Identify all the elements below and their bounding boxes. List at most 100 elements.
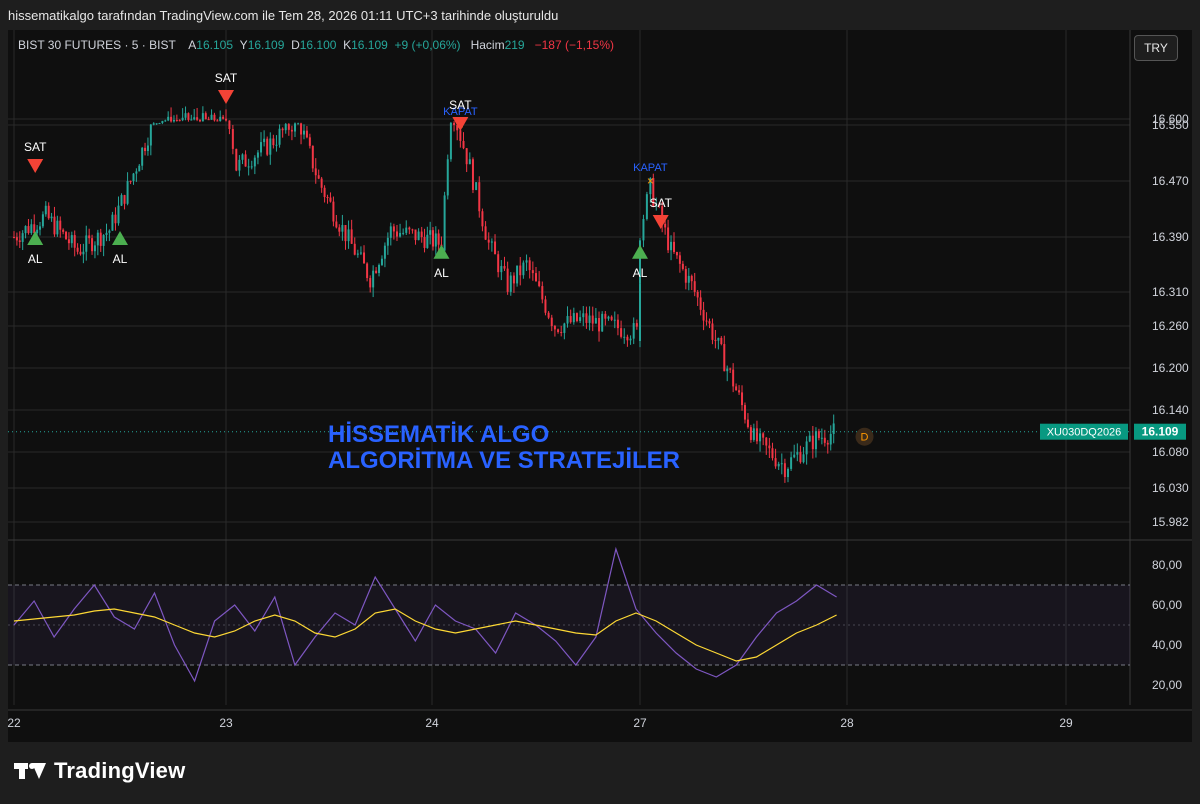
candle-body <box>53 216 56 235</box>
time-tick-label: 29 <box>1059 716 1073 730</box>
candle-body <box>76 247 79 252</box>
volume-change: −187 (−1,15%) <box>534 38 615 52</box>
candle-body <box>604 313 607 319</box>
candle-body <box>620 328 623 337</box>
candle-body <box>420 231 423 238</box>
candle-body <box>88 235 91 239</box>
candle-body <box>359 252 362 254</box>
candle-body <box>389 226 392 238</box>
candle-body <box>167 116 170 121</box>
buy-marker <box>27 231 44 245</box>
candle-body <box>490 241 493 243</box>
candle-body <box>729 368 732 370</box>
price-tick-label: 16.200 <box>1152 361 1189 375</box>
buy-label: AL <box>434 266 449 280</box>
buy-marker <box>112 231 128 245</box>
candle-body <box>96 232 99 246</box>
candle-body <box>386 237 389 246</box>
candle-body <box>512 275 515 284</box>
candle-body <box>783 463 786 478</box>
candle-body <box>132 173 135 182</box>
candle-body <box>82 251 85 255</box>
candle-body <box>566 316 569 324</box>
candle-body <box>635 323 638 327</box>
time-tick-label: 22 <box>7 716 21 730</box>
currency-button[interactable]: TRY <box>1134 35 1178 61</box>
watermark-line-2: ALGORİTMA VE STRATEJİLER <box>328 447 680 474</box>
sell-label: SAT <box>449 98 472 112</box>
candle-body <box>326 197 329 199</box>
candle-body <box>746 419 749 428</box>
candle-body <box>826 442 829 445</box>
candle-body <box>431 230 434 247</box>
candle-body <box>41 214 44 227</box>
candle-body <box>550 317 553 326</box>
candle-body <box>774 458 777 467</box>
candle-body <box>353 243 356 255</box>
candle-body <box>817 431 820 438</box>
candle-body <box>27 226 30 234</box>
candle-body <box>468 159 471 165</box>
price-tick-label: 16.030 <box>1152 481 1189 495</box>
candle-body <box>294 123 297 132</box>
candle-body <box>366 263 369 279</box>
candle-body <box>36 229 39 234</box>
candle-body <box>196 117 199 120</box>
candle-body <box>250 166 253 168</box>
rsi-tick-label: 20,00 <box>1152 678 1182 692</box>
candle-body <box>553 325 556 330</box>
candle-body <box>152 123 155 125</box>
candle-body <box>62 229 65 232</box>
candle-body <box>114 214 117 224</box>
candle-body <box>198 119 201 122</box>
candle-body <box>607 316 610 319</box>
change-value: +9 (+0,06%) <box>394 38 461 52</box>
rsi-tick-label: 80,00 <box>1152 558 1182 572</box>
candle-body <box>311 145 314 169</box>
candle-body <box>24 226 27 234</box>
tradingview-logo-icon <box>14 759 46 783</box>
time-tick-label: 27 <box>633 716 647 730</box>
candle-body <box>762 433 765 438</box>
candle-body <box>702 309 705 321</box>
candle-body <box>172 119 175 122</box>
candle-body <box>790 457 793 469</box>
candle-body <box>193 117 196 120</box>
candle-body <box>623 336 626 338</box>
candle-body <box>675 252 678 256</box>
candle-body <box>805 441 808 455</box>
candle-body <box>832 423 835 434</box>
candle-body <box>123 195 126 204</box>
candle-body <box>531 270 534 274</box>
close-value: 16.109 <box>351 38 388 52</box>
candle-body <box>616 319 619 329</box>
time-tick-label: 23 <box>219 716 233 730</box>
time-tick-label: 24 <box>425 716 439 730</box>
buy-label: AL <box>113 252 128 266</box>
candle-body <box>65 231 68 240</box>
candle-body <box>213 114 216 121</box>
candle-body <box>161 120 164 124</box>
chart-svg[interactable]: SATALALSATALKAPAT×SATKAPAT×SATAL 16.6001… <box>0 0 1200 804</box>
candle-body <box>673 241 676 253</box>
close-label: K <box>343 38 352 52</box>
candle-body <box>417 231 420 241</box>
candle-body <box>395 231 398 237</box>
candle-body <box>402 232 405 234</box>
candle-body <box>120 195 123 206</box>
candle-body <box>484 226 487 240</box>
tradingview-logo[interactable]: TradingView <box>14 758 185 784</box>
candle-body <box>528 260 531 271</box>
buy-label: AL <box>28 252 43 266</box>
candle-body <box>164 120 167 122</box>
candle-body <box>582 313 585 318</box>
symbol-label[interactable]: BIST 30 FUTURES · 5 · BIST <box>18 38 176 52</box>
candle-body <box>241 154 244 160</box>
volume-value: 219 <box>504 38 525 52</box>
candle-body <box>18 240 21 242</box>
ohlc-legend: BIST 30 FUTURES · 5 · BIST A16.105 Y16.1… <box>18 38 614 52</box>
candle-body <box>516 265 519 284</box>
candle-body <box>79 251 82 255</box>
candle-body <box>434 233 437 247</box>
candle-body <box>329 197 332 202</box>
